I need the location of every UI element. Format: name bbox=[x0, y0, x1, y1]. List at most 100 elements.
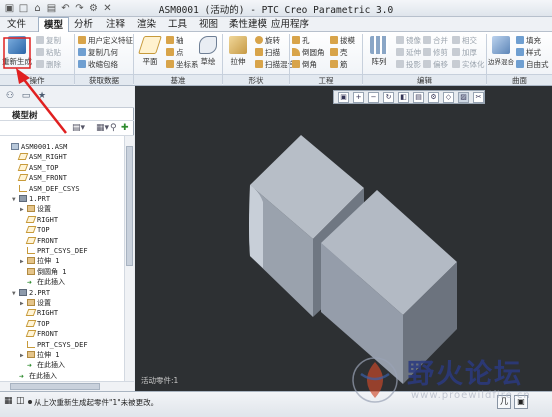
file-menu[interactable]: 文件 bbox=[2, 17, 31, 32]
regenerate-button[interactable]: 重新生成 bbox=[2, 34, 32, 72]
tree-row[interactable]: ASM0001.ASM bbox=[4, 142, 67, 152]
solidify-button[interactable]: 实体化 bbox=[452, 59, 485, 70]
fill-button[interactable]: 填充 bbox=[516, 35, 541, 46]
graphics-window[interactable]: ▣ + − ↻ ◧ ▤ ⚙ ◇ ▨ ✂ 活动零件:1 bbox=[135, 86, 552, 391]
intersect-button[interactable]: 相交 bbox=[452, 35, 477, 46]
tree-row[interactable]: ➜ 在此插入 bbox=[20, 360, 65, 370]
tree-row-label: ASM_DEF_CSYS bbox=[29, 184, 80, 193]
revolve-button[interactable]: 旋转 bbox=[255, 35, 280, 46]
status-message: 从上次重新生成起零件"1"未被更改。 bbox=[34, 398, 159, 407]
engineering-group-label[interactable]: 工程 bbox=[290, 74, 362, 85]
tab-7[interactable]: 柔性建模 bbox=[224, 17, 272, 32]
tree-row[interactable]: FRONT bbox=[20, 329, 58, 339]
tree-row[interactable]: ▶ 拉伸 1 bbox=[20, 350, 59, 360]
nav-toggle-icon[interactable]: ▦ bbox=[4, 396, 16, 408]
extend-button[interactable]: 延伸 bbox=[396, 47, 421, 58]
tab-1[interactable]: 模型 bbox=[38, 17, 70, 32]
offset-button[interactable]: 偏移 bbox=[423, 59, 448, 70]
draft-button[interactable]: 拔模 bbox=[330, 35, 355, 46]
browser-toggle-icon[interactable]: ◫ bbox=[16, 396, 28, 408]
favorites-tab-icon[interactable]: ★ bbox=[36, 90, 48, 102]
operations-group-label[interactable]: 操作 bbox=[0, 74, 74, 85]
tree-row-label: TOP bbox=[37, 319, 50, 328]
tree-row[interactable]: ASM_TOP bbox=[12, 163, 59, 173]
tree-expander-icon[interactable]: ▼ bbox=[12, 289, 19, 299]
tab-4[interactable]: 渲染 bbox=[132, 17, 161, 32]
tree-expander-icon[interactable]: ▼ bbox=[12, 195, 19, 205]
plane-button[interactable]: 平面 bbox=[135, 34, 165, 72]
boundary-blend-button[interactable]: 边界混合 bbox=[487, 34, 515, 72]
tree-show-icon[interactable]: ▦▾ bbox=[96, 123, 109, 133]
datum-group-label[interactable]: 基准 bbox=[134, 74, 222, 85]
udf-button[interactable]: 用户定义特征 bbox=[78, 35, 133, 46]
tree-row[interactable]: RIGHT bbox=[20, 215, 58, 225]
tab-5[interactable]: 工具 bbox=[163, 17, 192, 32]
copy-geometry-icon bbox=[78, 48, 86, 56]
tree-row[interactable]: ➜ 在此插入 bbox=[20, 277, 65, 287]
copy-button[interactable]: 复制 bbox=[36, 35, 61, 46]
pattern-button[interactable]: 阵列 bbox=[364, 34, 394, 72]
tree-row[interactable]: ASM_FRONT bbox=[12, 173, 67, 183]
tree-row[interactable]: PRT_CSYS_DEF bbox=[20, 340, 88, 350]
folder-browser-tab-icon[interactable]: ▭ bbox=[20, 90, 32, 102]
tree-row[interactable]: FRONT bbox=[20, 236, 58, 246]
hole-icon bbox=[292, 36, 300, 44]
project-button[interactable]: 投影 bbox=[396, 59, 421, 70]
axis-button[interactable]: 轴 bbox=[166, 35, 184, 46]
tree-row[interactable]: ▶ 设置 bbox=[20, 204, 51, 214]
tree-row[interactable]: RIGHT bbox=[20, 308, 58, 318]
tree-row-label: 在此插入 bbox=[29, 371, 57, 380]
paste-button[interactable]: 粘贴 bbox=[36, 47, 61, 58]
merge-button[interactable]: 合并 bbox=[423, 35, 448, 46]
part-icon bbox=[19, 288, 27, 296]
round-button[interactable]: 倒圆角 bbox=[292, 47, 325, 58]
tab-8[interactable]: 应用程序 bbox=[266, 17, 314, 32]
tree-row[interactable]: ▼ 2.PRT bbox=[12, 288, 50, 298]
style-button[interactable]: 样式 bbox=[516, 47, 541, 58]
scroll-thumb[interactable] bbox=[10, 383, 100, 390]
sweep-button[interactable]: 扫描 bbox=[255, 47, 280, 58]
add-column-icon[interactable]: ✚ bbox=[121, 123, 129, 133]
tree-horizontal-scrollbar[interactable] bbox=[0, 381, 134, 391]
chamfer-button[interactable]: 倒角 bbox=[292, 59, 317, 70]
rib-button[interactable]: 筋 bbox=[330, 59, 348, 70]
tab-6[interactable]: 视图 bbox=[194, 17, 223, 32]
sketch-button[interactable]: 草绘 bbox=[193, 34, 223, 72]
tree-row[interactable]: ➜ 在此插入 bbox=[12, 371, 57, 380]
delete-button[interactable]: 删除 bbox=[36, 59, 61, 70]
surfaces-group-label[interactable]: 曲面 bbox=[487, 74, 552, 85]
freestyle-button[interactable]: 自由式 bbox=[516, 59, 549, 70]
merge-icon bbox=[423, 36, 431, 44]
tree-row[interactable]: 倒圆角 1 bbox=[20, 267, 66, 277]
shrinkwrap-button[interactable]: 收缩包络 bbox=[78, 59, 118, 70]
tree-row[interactable]: ▶ 设置 bbox=[20, 298, 51, 308]
asm-icon bbox=[11, 143, 19, 150]
trim-button[interactable]: 修剪 bbox=[423, 47, 448, 58]
tree-row[interactable]: ▼ 1.PRT bbox=[12, 194, 50, 204]
tab-3[interactable]: 注释 bbox=[101, 17, 130, 32]
shapes-group-label[interactable]: 形状 bbox=[223, 74, 289, 85]
tree-settings-icon[interactable]: ▤▾ bbox=[72, 123, 85, 133]
tree-row[interactable]: ▶ 拉伸 1 bbox=[20, 256, 59, 266]
tree-vertical-scrollbar[interactable] bbox=[124, 136, 134, 381]
editing-group-label[interactable]: 编辑 bbox=[363, 74, 486, 85]
tree-row[interactable]: TOP bbox=[20, 319, 50, 329]
thicken-button[interactable]: 加厚 bbox=[452, 47, 477, 58]
extrude-button[interactable]: 拉伸 bbox=[223, 34, 253, 72]
tree-row[interactable]: ASM_DEF_CSYS bbox=[12, 184, 80, 194]
scroll-thumb[interactable] bbox=[126, 146, 133, 266]
tree-row[interactable]: TOP bbox=[20, 225, 50, 235]
model-tree-tab-icon[interactable]: ⚇ bbox=[4, 90, 16, 102]
filter-icon[interactable]: ⚲ bbox=[110, 123, 117, 133]
hole-button[interactable]: 孔 bbox=[292, 35, 310, 46]
get-data-group-label[interactable]: 获取数据 bbox=[75, 74, 133, 85]
extend-icon bbox=[396, 48, 404, 56]
tab-2[interactable]: 分析 bbox=[69, 17, 98, 32]
tree-row[interactable]: ASM_RIGHT bbox=[12, 152, 67, 162]
tree-row[interactable]: PRT_CSYS_DEF bbox=[20, 246, 88, 256]
shell-button[interactable]: 壳 bbox=[330, 47, 348, 58]
point-button[interactable]: 点 bbox=[166, 47, 184, 58]
mirror-button[interactable]: 镜像 bbox=[396, 35, 421, 46]
regenerate-icon bbox=[8, 36, 26, 54]
copy-geometry-button[interactable]: 复制几何 bbox=[78, 47, 118, 58]
